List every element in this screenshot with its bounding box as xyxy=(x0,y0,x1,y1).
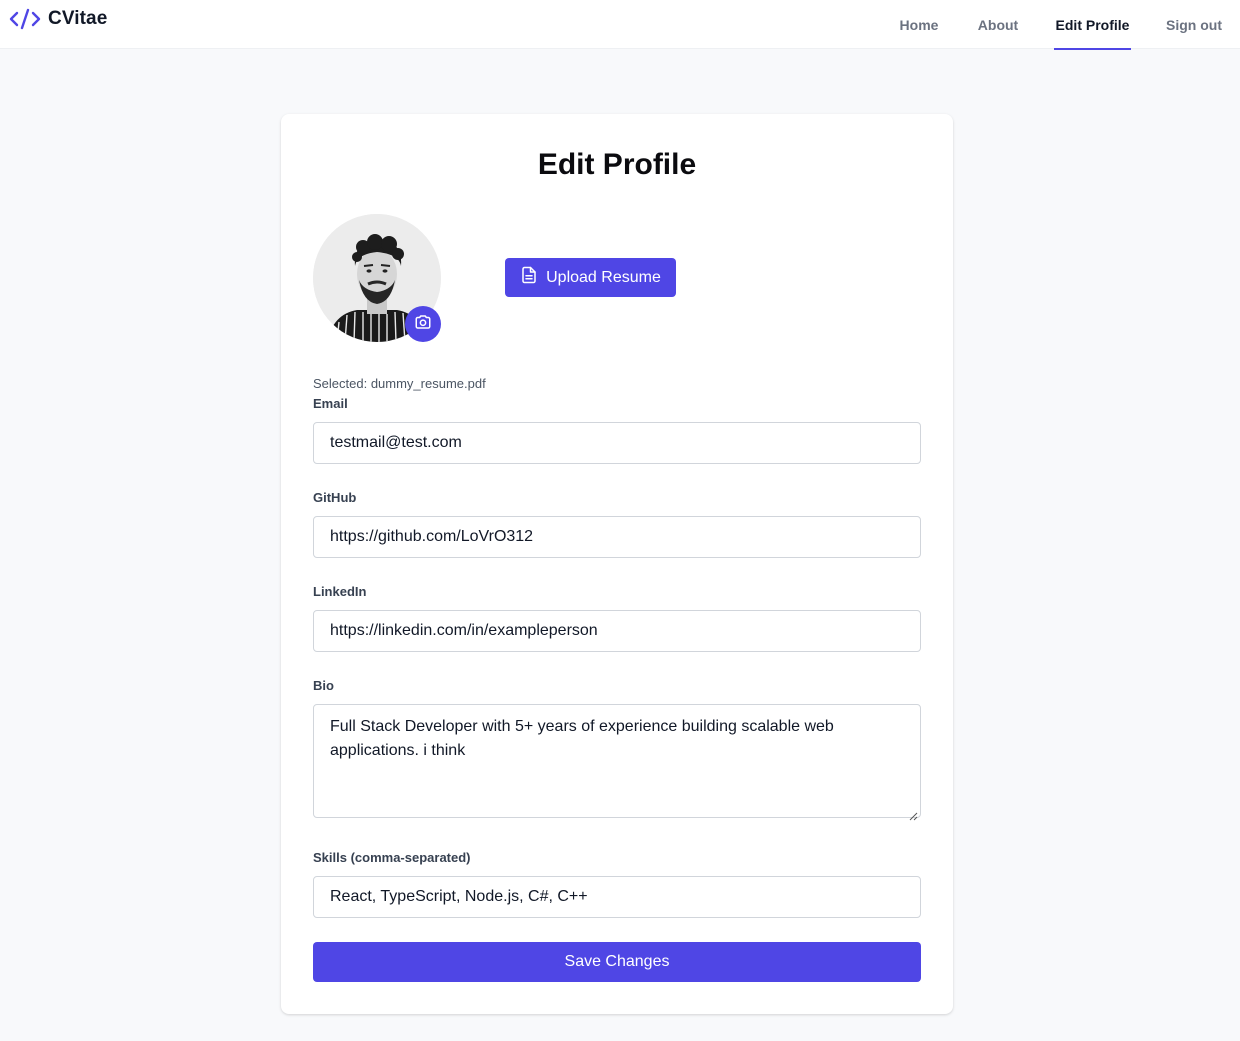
email-field[interactable]: testmail@test.com xyxy=(313,422,921,464)
brand-logo-link[interactable]: CVitae xyxy=(9,6,107,32)
upload-resume-button[interactable]: Upload Resume xyxy=(505,258,676,297)
nav-home[interactable]: Home xyxy=(888,0,950,49)
email-value: testmail@test.com xyxy=(330,434,462,451)
linkedin-field[interactable]: https://linkedin.com/in/exampleperson xyxy=(313,610,921,652)
page-title: Edit Profile xyxy=(537,148,697,181)
github-label: GitHub xyxy=(313,490,357,505)
save-changes-button[interactable]: Save Changes xyxy=(313,942,921,982)
nav-edit-profile[interactable]: Edit Profile xyxy=(1054,0,1131,50)
camera-icon xyxy=(414,313,432,336)
nav-about[interactable]: About xyxy=(968,0,1028,49)
linkedin-value: https://linkedin.com/in/exampleperson xyxy=(330,622,598,639)
brand-name: CVitae xyxy=(48,8,108,29)
email-label: Email xyxy=(313,396,348,411)
upload-resume-label: Upload Resume xyxy=(546,268,661,286)
github-field[interactable]: https://github.com/LoVrO312 xyxy=(313,516,921,558)
change-photo-button[interactable] xyxy=(405,306,441,342)
github-value: https://github.com/LoVrO312 xyxy=(330,528,534,545)
skills-field[interactable]: React, TypeScript, Node.js, C#, C++ xyxy=(313,876,921,918)
selected-file-text: Selected: dummy_resume.pdf xyxy=(313,376,486,391)
bio-value: Full Stack Developer with 5+ years of ex… xyxy=(330,718,834,759)
navbar: CVitae Home About Edit Profile Sign out xyxy=(0,0,1240,50)
document-icon xyxy=(520,265,538,290)
linkedin-label: LinkedIn xyxy=(313,584,367,599)
bio-label: Bio xyxy=(313,678,334,693)
resize-handle-icon[interactable] xyxy=(908,805,918,821)
edit-profile-card: Edit Profile Upload Resume Selected: dum… xyxy=(281,114,953,1014)
skills-value: React, TypeScript, Node.js, C#, C++ xyxy=(330,888,588,905)
nav-sign-out[interactable]: Sign out xyxy=(1161,0,1227,49)
bio-textarea[interactable]: Full Stack Developer with 5+ years of ex… xyxy=(313,704,921,821)
code-icon xyxy=(9,7,41,31)
skills-label: Skills (comma-separated) xyxy=(313,850,471,865)
